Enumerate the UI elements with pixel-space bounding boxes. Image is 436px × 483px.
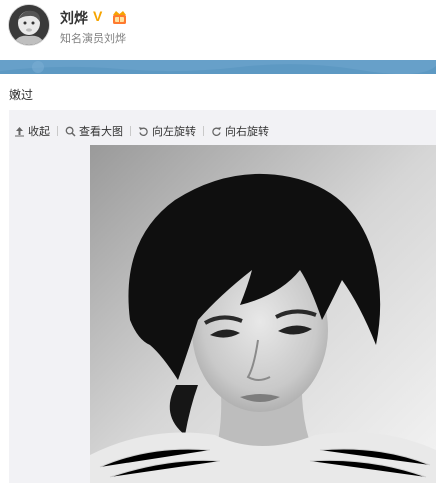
post-text: 嫩过 (9, 88, 34, 102)
rotate-right-label: 向右旋转 (225, 126, 269, 138)
image-toolbar: 收起 查看大图 向左旋转 向右旋转 (14, 123, 269, 139)
zoom-icon (65, 126, 76, 137)
rotate-right-button[interactable]: 向右旋转 (211, 123, 269, 139)
collapse-label: 收起 (28, 126, 50, 138)
toolbar-divider (130, 126, 131, 136)
avatar-image (9, 5, 49, 45)
verified-icon: V (93, 8, 103, 24)
post-header: 刘烨 V 知名演员刘烨 (0, 0, 436, 60)
avatar[interactable] (9, 5, 49, 45)
toolbar-divider (203, 126, 204, 136)
banner-strip (0, 60, 436, 74)
vip-badge-icon[interactable] (111, 9, 128, 25)
rotate-left-button[interactable]: 向左旋转 (138, 123, 196, 139)
collapse-button[interactable]: 收起 (14, 123, 50, 139)
rotate-left-label: 向左旋转 (152, 126, 196, 138)
rotate-left-icon (138, 126, 148, 136)
toolbar-divider (57, 126, 58, 136)
collapse-icon (15, 126, 24, 136)
rotate-right-icon (212, 126, 222, 136)
portrait-image (90, 145, 436, 483)
username[interactable]: 刘烨 (60, 10, 88, 26)
user-description: 知名演员刘烨 (60, 33, 126, 45)
post-photo[interactable] (90, 145, 436, 483)
view-large-label: 查看大图 (79, 126, 123, 138)
view-large-button[interactable]: 查看大图 (65, 123, 123, 139)
